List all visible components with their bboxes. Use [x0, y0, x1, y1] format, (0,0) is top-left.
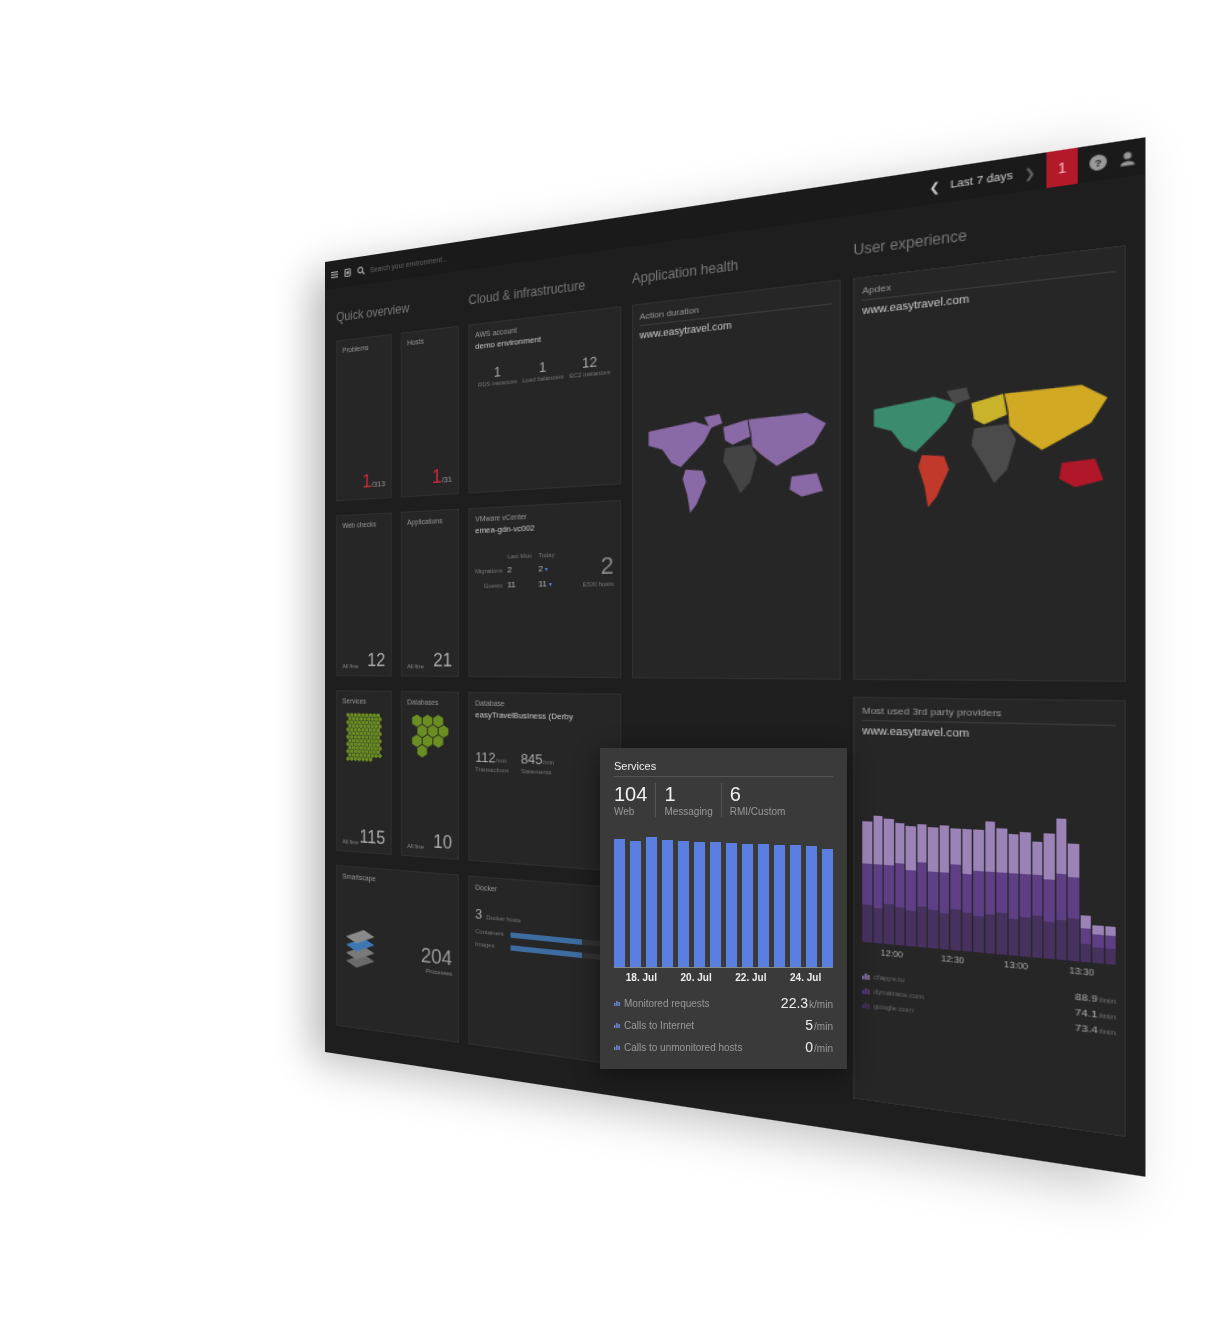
menu-icon[interactable]	[330, 269, 339, 280]
providers-chart	[862, 809, 1116, 965]
problems-badge[interactable]: 1	[1046, 148, 1077, 189]
service-stat: Monitored requests22.3k/min	[614, 995, 833, 1011]
quick-overview: Problems1/313Hosts1/31Web checksAll fine…	[336, 326, 459, 1043]
database-stat: 112/minTransactions	[475, 747, 508, 774]
application-health-card[interactable]: Action durationwww.easytravel.com	[632, 279, 841, 679]
database-stat: 845/minStatements	[521, 748, 554, 775]
chart-bar	[678, 841, 689, 967]
services-chart	[614, 837, 833, 968]
overview-tile[interactable]: ApplicationsAll fine21	[401, 509, 459, 677]
bar-chart-icon	[614, 1022, 620, 1028]
logo-icon[interactable]	[343, 267, 352, 278]
chart-bar	[917, 812, 927, 948]
service-stat: Calls to unmonitored hosts0/min	[614, 1039, 833, 1055]
timeframe-selector[interactable]: Last 7 days	[950, 157, 1013, 201]
next-timeframe-button[interactable]: ❯	[1024, 154, 1035, 191]
chart-bar	[726, 843, 737, 967]
service-stat: Calls to Internet5/min	[614, 1017, 833, 1033]
section-title: Quick overview	[336, 294, 459, 326]
smartscape-tile[interactable]: Smartscape204Processes	[336, 865, 459, 1043]
chart-bar	[1008, 816, 1018, 956]
chart-bar	[1080, 820, 1091, 963]
chart-bar	[614, 839, 625, 967]
chart-bar	[806, 846, 817, 967]
chart-bar	[742, 844, 753, 967]
apdex-card[interactable]: Apdexwww.easytravel.com	[853, 245, 1126, 682]
aws-card[interactable]: AWS accountdemo environment1RDS instance…	[468, 306, 621, 493]
section-title: Cloud & infrastructure	[468, 273, 621, 310]
chart-bar	[822, 849, 833, 967]
chart-bar	[873, 810, 883, 944]
search-field[interactable]: Search your environment...	[370, 254, 448, 273]
overview-tile[interactable]: Hosts1/31	[401, 326, 459, 498]
chart-bar	[1044, 818, 1055, 959]
apdex-map-icon	[862, 341, 1116, 546]
chart-bar	[862, 809, 871, 943]
overview-tile[interactable]: Problems1/313	[336, 334, 391, 501]
chart-bar	[962, 814, 972, 952]
overview-tile[interactable]: ServicesAll fine115	[336, 690, 391, 855]
chart-bar	[710, 842, 721, 967]
chart-bar	[928, 812, 938, 948]
chart-bar	[790, 845, 801, 967]
bar-chart-icon	[862, 1000, 870, 1008]
world-map-icon	[640, 368, 833, 554]
bar-chart-icon	[614, 1000, 620, 1006]
chart-bar	[630, 841, 641, 967]
chart-bar	[1105, 821, 1116, 965]
aws-stat: 12EC2 instances	[567, 352, 613, 380]
search-icon[interactable]	[357, 265, 366, 276]
chart-bar	[662, 840, 673, 967]
help-icon[interactable]: ?	[1089, 154, 1106, 172]
chart-bar	[950, 813, 960, 950]
cloud-infrastructure: AWS accountdemo environment1RDS instance…	[468, 306, 621, 1066]
chart-bar	[1068, 819, 1079, 961]
bar-chart-icon	[862, 986, 870, 994]
chart-bar	[884, 810, 894, 945]
service-count: 1Messaging	[664, 783, 721, 817]
smartscape-layers-icon	[342, 927, 378, 976]
chart-bar	[973, 814, 983, 952]
third-party-card[interactable]: Most used 3rd party providerswww.easytra…	[853, 697, 1126, 1137]
chart-bar	[758, 844, 769, 967]
chart-bar	[1020, 817, 1030, 957]
chart-bar	[774, 845, 785, 967]
user-icon[interactable]	[1119, 149, 1137, 167]
provider-row[interactable]: dynatrace.com74.1/min	[862, 984, 1116, 1022]
overview-tile[interactable]: Web checksAll fine12	[336, 512, 391, 676]
aws-stat: 1Load balancers	[521, 357, 566, 384]
chart-bar	[906, 811, 916, 946]
chart-bar	[939, 813, 949, 950]
docker-bar: Containers	[475, 928, 613, 948]
chart-bar	[895, 811, 905, 946]
overview-tile[interactable]: DatabasesAll fine10	[401, 691, 459, 860]
database-card[interactable]: DatabaseeasyTravelBusiness (Derby112/min…	[468, 692, 621, 872]
chart-bar	[985, 815, 995, 954]
service-count: 104Web	[614, 783, 656, 817]
honeycomb-icon	[411, 714, 448, 778]
vmware-card[interactable]: VMware vCenteremea-gdn-vc002Last MonToda…	[468, 500, 621, 678]
dashboard-page: Search your environment... ❮ Last 7 days ❯ 1…	[0, 0, 1225, 1341]
chart-bar	[1056, 818, 1067, 960]
service-count: 6RMI/Custom	[730, 783, 794, 817]
docker-card[interactable]: Docker3Docker hostsContainersImages	[468, 875, 621, 1065]
aws-stat: 1RDS instances	[476, 361, 519, 388]
chart-bar	[694, 842, 705, 967]
vmware-table: Last MonTodayMigrations22▾Guests1111▾	[475, 551, 565, 590]
bar-chart-icon	[862, 971, 870, 979]
chart-bar	[1032, 817, 1043, 958]
previous-timeframe-button[interactable]: ❮	[929, 169, 940, 205]
chart-bar	[646, 837, 657, 967]
chart-bar	[1092, 820, 1103, 963]
honeycomb-icon	[346, 712, 382, 774]
chart-bar	[996, 816, 1006, 955]
bar-chart-icon	[614, 1044, 620, 1050]
services-popup[interactable]: Services104Web1Messaging6RMI/Custom18. J…	[600, 748, 847, 1069]
